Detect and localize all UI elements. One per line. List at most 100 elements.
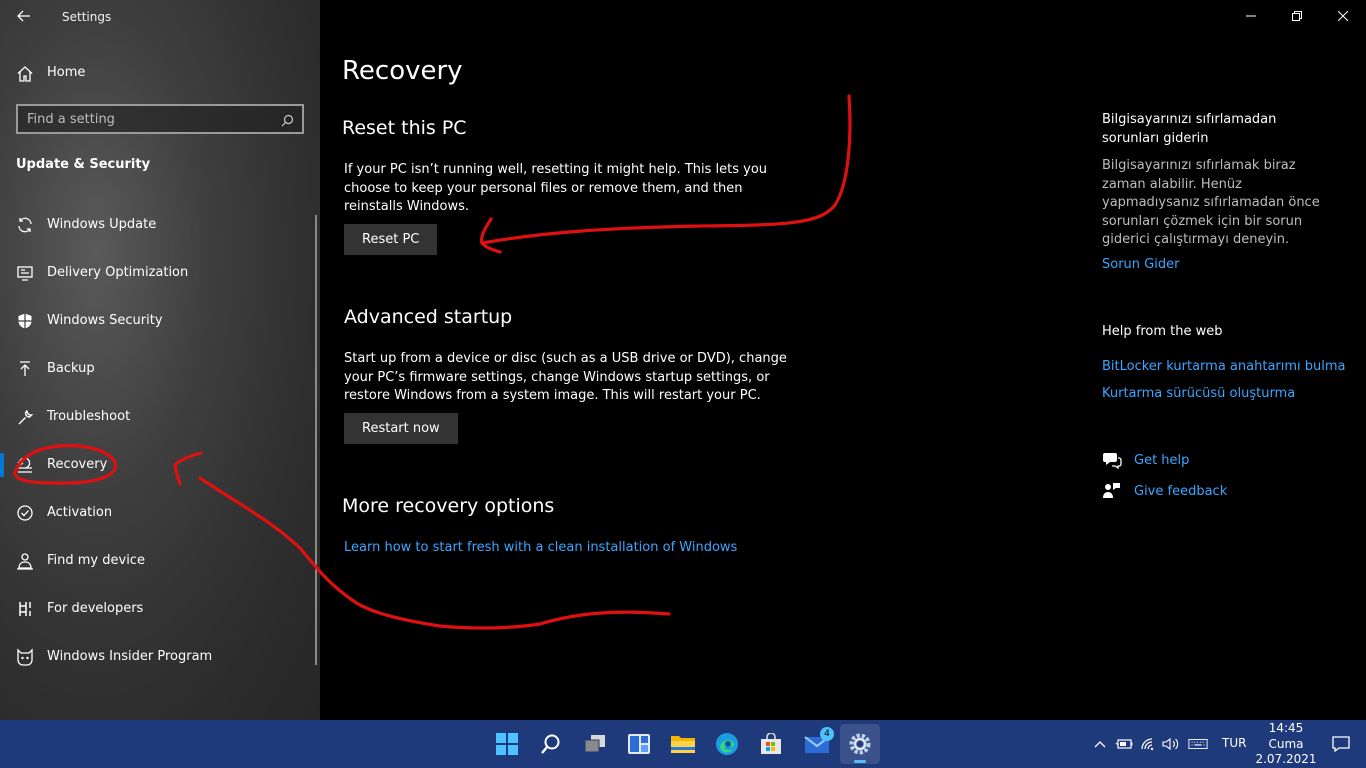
check-circle-icon (15, 503, 35, 523)
troubleshoot-link[interactable]: Sorun Gider (1102, 257, 1179, 272)
taskbar: 4 TUR 14:45 Cuma 2.07.2021 (0, 720, 1366, 768)
task-view-button[interactable] (575, 724, 615, 764)
sidebar-item-windows-security[interactable]: Windows Security (0, 297, 312, 345)
sidebar-item-find-my-device[interactable]: Find my device (0, 537, 312, 585)
give-feedback-row[interactable]: Give feedback (1102, 482, 1342, 504)
sidebar-item-label: Windows Security (47, 313, 163, 328)
reset-heading: Reset this PC (342, 117, 467, 139)
clock-day: Cuma (1268, 736, 1304, 751)
taskbar-search-button[interactable] (531, 724, 571, 764)
advanced-startup-heading: Advanced startup (344, 306, 513, 328)
troubleshoot-text: Bilgisayarınızı sıfırlamak biraz zaman a… (1102, 158, 1320, 247)
delivery-optimization-icon (15, 263, 35, 283)
reset-description: If your PC isn’t running well, resetting… (344, 162, 768, 214)
minimize-button[interactable] (1228, 0, 1274, 32)
chevron-up-icon[interactable] (1090, 734, 1110, 754)
edge-icon (716, 733, 738, 755)
sidebar-item-label: Delivery Optimization (47, 265, 189, 280)
get-help-row[interactable]: Get help (1102, 451, 1342, 473)
app-title: Settings (62, 10, 112, 24)
page-title: Recovery (342, 56, 463, 86)
sidebar-item-recovery[interactable]: Recovery (0, 441, 312, 489)
person-location-icon (15, 551, 35, 571)
sidebar-item-delivery-optimization[interactable]: Delivery Optimization (0, 249, 312, 297)
settings-window: Settings Home Update & Security Windows … (0, 0, 1366, 768)
search-icon (541, 734, 560, 754)
get-help-icon (1102, 451, 1122, 473)
task-view-icon (584, 735, 605, 753)
language-indicator[interactable]: TUR (1222, 736, 1246, 750)
window-controls (1228, 0, 1366, 32)
sidebar-item-backup[interactable]: Backup (0, 345, 312, 393)
sidebar-item-for-developers[interactable]: For developers (0, 585, 312, 633)
start-icon (496, 733, 518, 755)
clean-install-link[interactable]: Learn how to start fresh with a clean in… (344, 540, 737, 555)
store-button[interactable] (751, 724, 791, 764)
more-recovery-heading: More recovery options (342, 495, 555, 517)
get-help-link[interactable]: Get help (1134, 453, 1189, 468)
sidebar-item-label: Windows Insider Program (47, 649, 213, 664)
mail-badge: 4 (820, 727, 834, 741)
wifi-icon[interactable] (1139, 734, 1159, 754)
restart-now-button[interactable]: Restart now (344, 413, 458, 444)
file-explorer-button[interactable] (663, 724, 703, 764)
search-input[interactable] (27, 110, 267, 128)
keyboard-icon[interactable] (1188, 734, 1208, 754)
clock-time: 14:45 (1268, 721, 1304, 735)
reset-pc-button[interactable]: Reset PC (344, 224, 438, 255)
sidebar-item-windows-insider[interactable]: Windows Insider Program (0, 633, 312, 681)
home-icon (15, 64, 35, 84)
sync-icon (15, 215, 35, 235)
notification-center-button[interactable] (1324, 724, 1358, 764)
sidebar-item-label: Activation (47, 505, 113, 520)
edge-button[interactable] (707, 724, 747, 764)
sidebar-item-label: Backup (47, 361, 95, 376)
back-arrow-icon (17, 10, 30, 22)
advanced-startup-description: Start up from a device or disc (such as … (344, 351, 787, 403)
file-explorer-icon (671, 736, 695, 753)
sidebar-item-label: Recovery (47, 457, 108, 472)
give-feedback-link[interactable]: Give feedback (1134, 484, 1227, 499)
feedback-icon (1102, 482, 1122, 504)
home-nav-item[interactable]: Home (0, 56, 320, 90)
battery-icon[interactable] (1114, 734, 1134, 754)
sidebar-item-troubleshoot[interactable]: Troubleshoot (0, 393, 312, 441)
settings-icon (849, 733, 871, 755)
mail-button[interactable]: 4 (797, 724, 837, 764)
search-icon[interactable] (281, 112, 294, 131)
search-box[interactable] (16, 104, 304, 134)
close-icon (1338, 11, 1348, 21)
minimize-icon (1246, 15, 1256, 17)
recovery-icon (15, 455, 35, 475)
store-icon (761, 733, 781, 754)
main-content: Recovery Reset this PC If your PC isn’t … (320, 0, 1366, 720)
shield-icon (15, 311, 35, 331)
home-label: Home (47, 65, 86, 80)
widgets-button[interactable] (619, 724, 659, 764)
sidebar-item-label: For developers (47, 601, 144, 616)
back-button[interactable] (8, 2, 40, 30)
restore-icon (1292, 11, 1302, 21)
sidebar-item-windows-update[interactable]: Windows Update (0, 201, 312, 249)
widgets-icon (628, 734, 650, 754)
restore-button[interactable] (1274, 0, 1320, 32)
wrench-icon (15, 407, 35, 427)
developer-tools-icon (15, 599, 35, 619)
sidebar-item-activation[interactable]: Activation (0, 489, 312, 537)
clock-date: 2.07.2021 (1255, 752, 1317, 766)
clock[interactable]: 14:45 Cuma 2.07.2021 (1254, 721, 1318, 768)
insider-cat-icon (15, 647, 35, 667)
sidebar-scrollbar[interactable] (315, 215, 317, 665)
sidebar-item-label: Windows Update (47, 217, 157, 232)
troubleshoot-title: Bilgisayarınızı sıfırlamadan sorunları g… (1102, 112, 1277, 146)
section-title: Update & Security (16, 157, 151, 172)
start-button[interactable] (487, 724, 527, 764)
help-from-web-title: Help from the web (1102, 324, 1223, 339)
recovery-drive-link[interactable]: Kurtarma sürücüsü oluşturma (1102, 386, 1295, 401)
settings-taskbar-button[interactable] (840, 724, 880, 764)
volume-icon[interactable] (1161, 734, 1181, 754)
bitlocker-key-link[interactable]: BitLocker kurtarma anahtarımı bulma (1102, 359, 1346, 374)
sidebar: Settings Home Update & Security Windows … (0, 0, 320, 720)
title-bar: Settings (0, 0, 320, 34)
close-button[interactable] (1320, 0, 1366, 32)
